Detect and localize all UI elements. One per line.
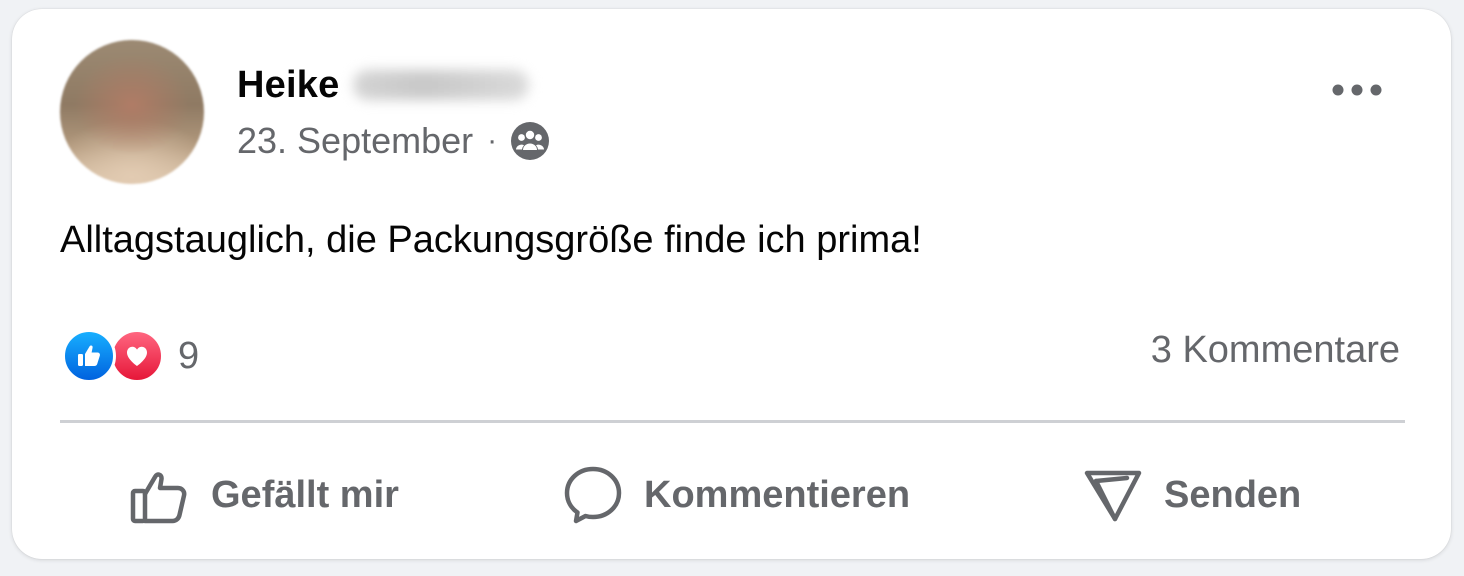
send-icon xyxy=(1084,470,1142,522)
more-options-button[interactable] xyxy=(1317,65,1397,115)
love-reaction-icon xyxy=(110,329,164,383)
actions-divider xyxy=(60,420,1405,423)
friends-icon[interactable] xyxy=(509,120,551,162)
like-button-label: Gefällt mir xyxy=(211,473,399,516)
like-reaction-icon xyxy=(62,329,116,383)
post-date[interactable]: 23. September xyxy=(237,120,473,162)
post-text: Alltagstauglich, die Packungsgröße finde… xyxy=(60,219,922,261)
comment-button[interactable]: Kommentieren xyxy=(562,459,910,531)
send-button-label: Senden xyxy=(1164,473,1302,516)
author-surname-redacted xyxy=(353,70,530,100)
post-card: Heike 23. September · Alltagstauglich, d… xyxy=(12,9,1451,559)
comments-count-link[interactable]: 3 Kommentare xyxy=(1151,329,1400,372)
send-button[interactable]: Senden xyxy=(1082,459,1301,531)
more-options-icon xyxy=(1332,84,1382,96)
author-name-row[interactable]: Heike xyxy=(237,61,530,109)
author-avatar[interactable] xyxy=(60,40,204,184)
like-button[interactable]: Gefällt mir xyxy=(129,459,399,531)
meta-separator: · xyxy=(487,124,498,157)
reaction-count[interactable]: 9 xyxy=(178,335,199,378)
reactions-summary[interactable]: 9 xyxy=(62,326,199,386)
speech-bubble-icon xyxy=(564,466,622,524)
post-meta: 23. September · xyxy=(237,119,551,163)
author-name[interactable]: Heike xyxy=(237,64,339,107)
comment-button-label: Kommentieren xyxy=(644,473,911,516)
thumbs-up-icon xyxy=(130,472,187,524)
